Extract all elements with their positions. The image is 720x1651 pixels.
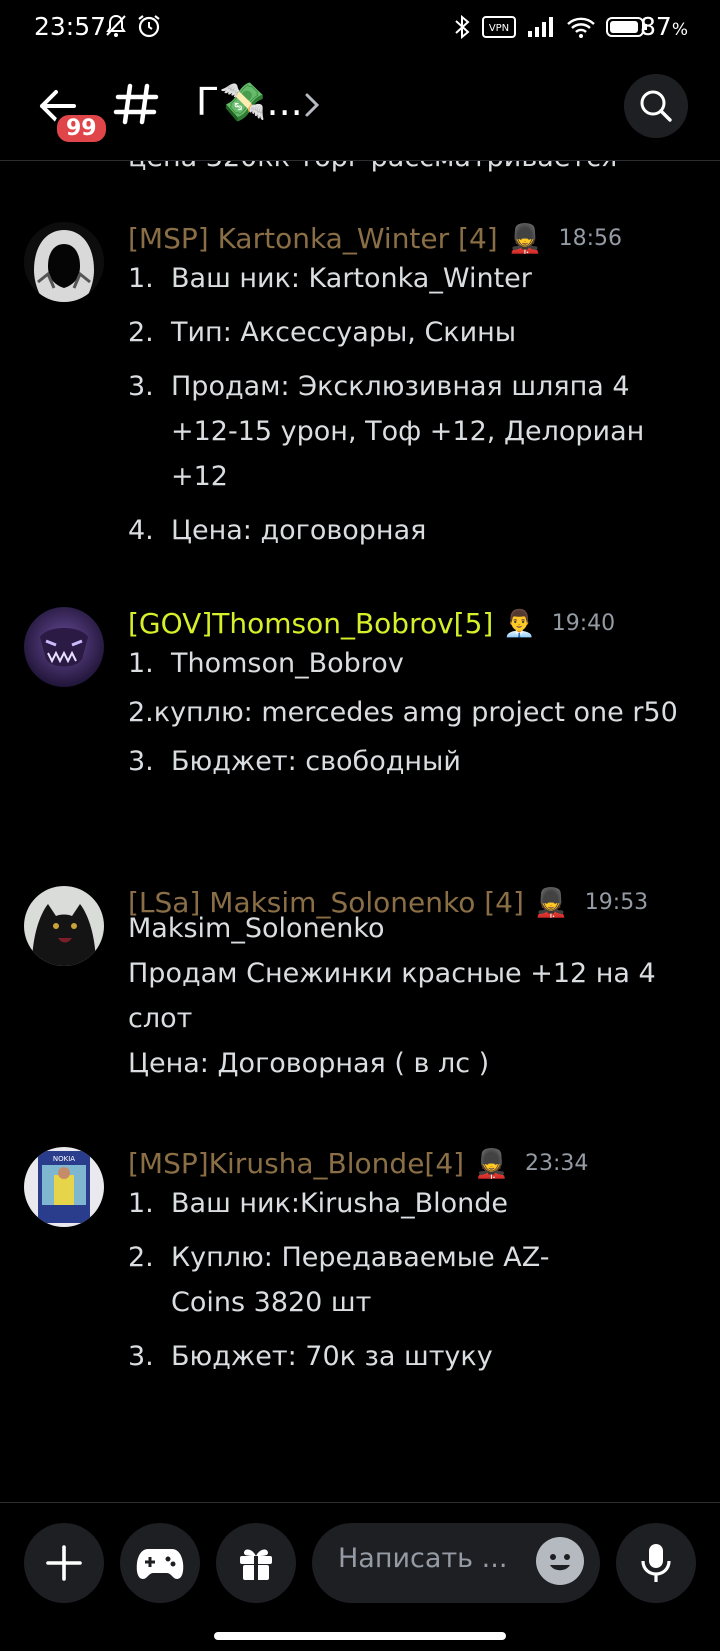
bluetooth-icon xyxy=(455,14,470,40)
status-time: 23:57 xyxy=(34,12,107,41)
channel-header: 99 Г💸... xyxy=(0,56,720,161)
vpn-icon: VPN xyxy=(482,16,516,38)
timestamp: 23:34 xyxy=(524,1151,589,1176)
gift-button[interactable] xyxy=(216,1523,296,1603)
message-header: [MSP]Kirusha_Blonde[4] 💂 23:34 xyxy=(128,1147,588,1180)
list-item: 2. Тип: Аксессуары, Скины xyxy=(128,317,517,348)
gift-icon xyxy=(240,1549,272,1580)
guard-role-icon: 💂 xyxy=(474,1147,509,1180)
home-indicator[interactable] xyxy=(214,1632,506,1640)
gamepad-icon xyxy=(136,1549,184,1579)
unread-badge: 99 xyxy=(54,112,109,145)
message-header: [MSP] Kartonka_Winter [4] 💂 18:56 xyxy=(128,222,622,255)
message-line: Продам Снежинки красные +12 на 4 xyxy=(128,958,656,989)
attach-button[interactable] xyxy=(24,1523,104,1603)
avatar[interactable] xyxy=(24,222,104,302)
avatar[interactable] xyxy=(24,886,104,966)
message-content: 1. Ваш ник: Kartonka_Winter 2. Тип: Аксесс… xyxy=(128,256,691,562)
bell-muted-icon xyxy=(106,14,126,37)
search-icon xyxy=(640,90,672,122)
message-content: Maksim_Solonenko Продам Снежинки красные… xyxy=(128,906,656,1086)
username[interactable]: [MSP]Kirusha_Blonde[4] xyxy=(128,1147,464,1180)
message-composer: Написать ... xyxy=(0,1502,720,1651)
timestamp: 18:56 xyxy=(558,226,622,251)
battery-level: 87% xyxy=(640,12,688,41)
plus-icon xyxy=(46,1545,82,1581)
status-bar: 23:57 VPN 87% xyxy=(0,0,720,56)
emoji-icon xyxy=(550,1554,570,1571)
activities-button[interactable] xyxy=(120,1523,200,1603)
official-role-icon: 👨‍💼 xyxy=(503,608,536,639)
svg-text:NOKIA: NOKIA xyxy=(53,1155,75,1163)
chevron-right-icon[interactable] xyxy=(304,92,320,118)
list-item: 3. Продам: Эксклюзивная шляпа 4 +12-15 ур… xyxy=(128,371,645,492)
guard-role-icon: 💂 xyxy=(507,222,543,255)
list-item: 2. Куплю: Передаваемые AZ-Coins 3820 шт xyxy=(128,1242,550,1318)
avatar[interactable]: NOKIA xyxy=(24,1147,104,1227)
message-content: 1. Thomson_Bobrov 2.куплю: mercedes amg p… xyxy=(128,641,691,793)
purple-monster-avatar-image xyxy=(24,607,104,687)
microphone-icon xyxy=(641,1544,671,1582)
timestamp: 19:40 xyxy=(551,611,616,636)
hash-icon xyxy=(113,83,159,125)
nokia-phone-avatar-image: NOKIA xyxy=(24,1147,104,1227)
signal-icon xyxy=(528,17,553,37)
list-item: 3. Бюджет: 70к за штуку xyxy=(128,1341,493,1372)
alarm-icon xyxy=(138,15,160,38)
list-item: 1. Thomson_Bobrov xyxy=(128,648,404,679)
avatar[interactable] xyxy=(24,607,104,687)
message-input[interactable]: Написать ... xyxy=(312,1523,600,1603)
message-line: Цена: Договорная ( в лс ) xyxy=(128,1048,490,1079)
username[interactable]: [GOV]Thomson_Bobrov[5] xyxy=(128,607,493,640)
message-input-placeholder: Написать ... xyxy=(338,1543,508,1574)
message-line: 2.куплю: mercedes amg project one r50 xyxy=(128,697,678,728)
voice-message-button[interactable] xyxy=(616,1523,696,1603)
black-cat-avatar-image xyxy=(24,886,104,966)
search-button[interactable] xyxy=(624,74,688,138)
list-item: 3. Бюджет: свободный xyxy=(128,746,461,777)
list-item: 1. Ваш ник: Kartonka_Winter xyxy=(128,263,532,294)
emoji-button[interactable] xyxy=(536,1537,584,1585)
message-line: Maksim_Solonenko xyxy=(128,913,385,944)
hooded-figure-avatar-image xyxy=(24,222,104,302)
message-line: слот xyxy=(128,1003,193,1034)
list-item: 1. Ваш ник:Kirusha_Blonde xyxy=(128,1188,509,1219)
message-header: [GOV]Thomson_Bobrov[5] 👨‍💼 19:40 xyxy=(128,607,615,640)
message-content: 1. Ваш ник:Kirusha_Blonde 2. Куплю: Переда… xyxy=(128,1181,691,1388)
list-item: 4. Цена: договорная xyxy=(128,515,427,546)
svg-text:VPN: VPN xyxy=(489,23,509,34)
wifi-icon xyxy=(567,17,595,38)
username[interactable]: [MSP] Kartonka_Winter [4] xyxy=(128,222,498,255)
channel-title[interactable]: Г💸... xyxy=(196,80,303,125)
